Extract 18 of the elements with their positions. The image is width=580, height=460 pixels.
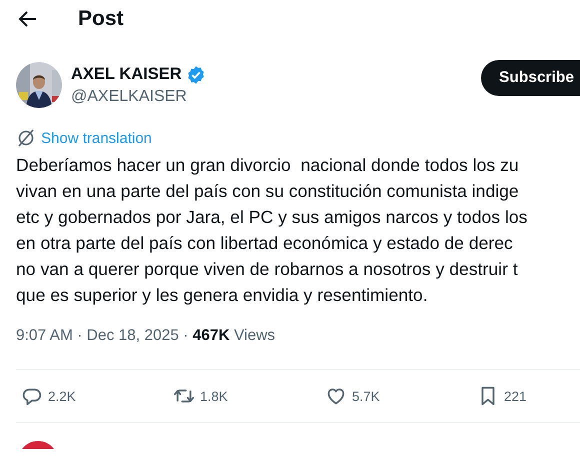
subscribe-button[interactable]: Subscribe — [481, 60, 580, 96]
author-handle[interactable]: @AXELKAISER — [71, 88, 482, 106]
author-name[interactable]: AXEL KAISER — [71, 65, 182, 84]
post-text-line: en otra parte del país con libertad económica y estado de derec — [16, 232, 514, 255]
page-title: Post — [78, 7, 124, 31]
avatar-icon[interactable] — [22, 441, 54, 449]
back-arrow-icon[interactable] — [18, 9, 38, 29]
translate-icon — [16, 128, 36, 148]
post-timestamp: 9:07 AM · Dec 18, 2025 · 467K Views — [16, 327, 276, 346]
like-button[interactable]: 5.7K — [325, 385, 477, 407]
post-text-line: no van a querer porque viven de robarnos a nosotros y destruir t — [16, 258, 519, 281]
bookmark-button[interactable]: 221 — [477, 385, 527, 407]
post-text-line: Deberíamos hacer un gran divorcio nacional donde todos los zu — [16, 154, 520, 177]
post-text-line: vivan en una parte del país con su constitución comunista indige — [16, 180, 520, 203]
repost-button[interactable]: 1.8K — [173, 385, 325, 407]
post-text-line: etc y gobernados por Jara, el PC y sus amigos narcos y todos los — [16, 206, 528, 229]
reply-button[interactable]: 2.2K — [21, 385, 173, 407]
post-text-line: que es superior y les genera envidia y resentimiento. — [16, 284, 429, 307]
